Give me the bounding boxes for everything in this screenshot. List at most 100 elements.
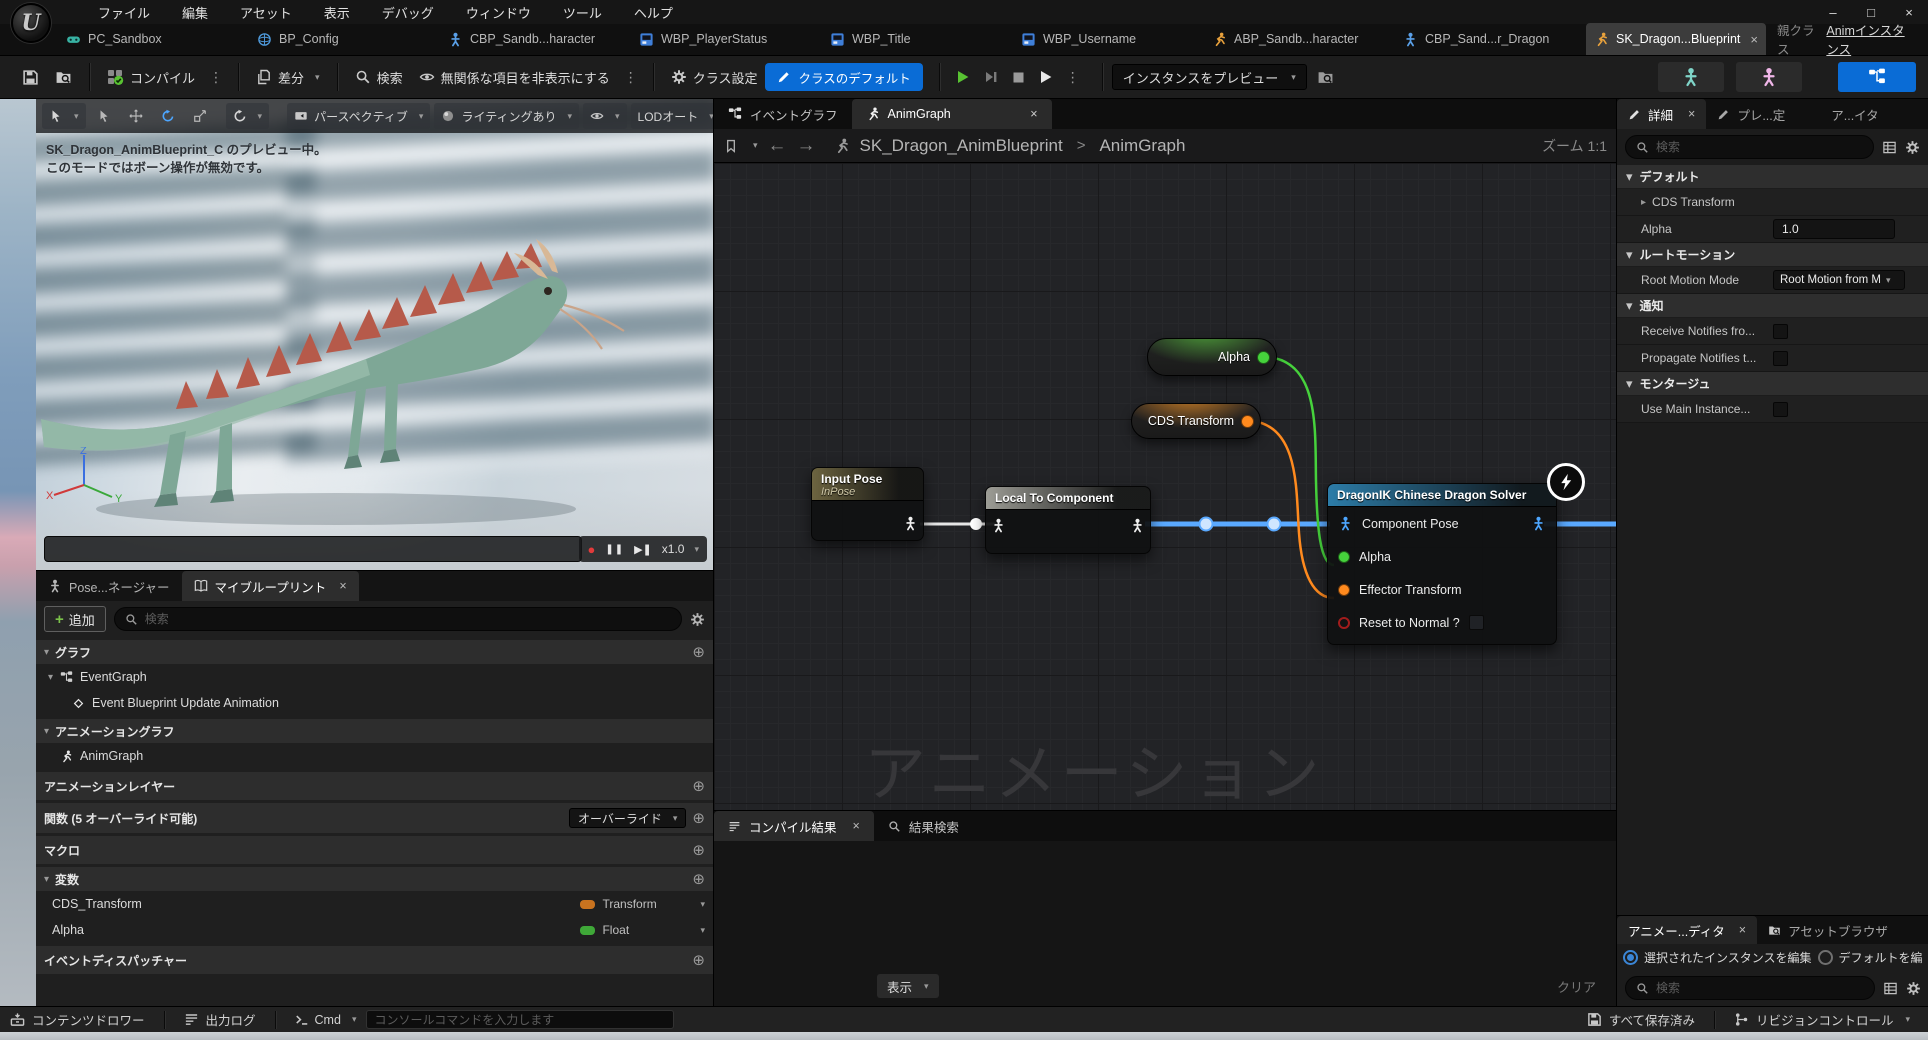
section-macros[interactable]: マクロ⊕	[36, 836, 713, 864]
section-notifications[interactable]: ▾通知	[1617, 294, 1928, 317]
details-search[interactable]	[1625, 135, 1874, 159]
move-tool-icon[interactable]	[122, 103, 150, 129]
play-icon[interactable]	[955, 69, 971, 85]
use-main-instance-checkbox[interactable]	[1773, 402, 1788, 417]
radio-edit-selected-instance[interactable]	[1623, 950, 1638, 965]
tab-cbp-sand-dragon[interactable]: CBP_Sand...r_Dragon	[1395, 23, 1575, 55]
tab-compile-results[interactable]: コンパイル結果×	[714, 811, 874, 841]
close-tab-icon[interactable]: ×	[853, 819, 860, 833]
add-layer-icon[interactable]: ⊕	[692, 777, 705, 795]
details-search-input[interactable]	[1656, 140, 1863, 154]
graph-canvas[interactable]: アニメーション Alpha CDS Transform Input Pose I…	[714, 163, 1616, 810]
unreal-logo-icon[interactable]: U	[11, 3, 51, 43]
close-tab-icon[interactable]: ×	[1750, 32, 1758, 47]
radio-edit-defaults[interactable]	[1818, 950, 1833, 965]
row-cds-transform[interactable]: ▸CDS Transform	[1617, 189, 1928, 216]
close-tab-icon[interactable]: ×	[339, 579, 346, 593]
tab-wbp-title[interactable]: WBP_Title	[822, 23, 1002, 55]
hide-unrelated-button[interactable]: 無関係な項目を非表示にする	[411, 62, 618, 92]
pose-input-pin[interactable]	[1338, 516, 1353, 531]
pose-input-pin[interactable]	[991, 518, 1006, 533]
menu-edit[interactable]: 編集	[168, 0, 222, 24]
bookmark-dropdown-icon[interactable]	[724, 139, 738, 153]
pin-row-effector-transform[interactable]: Effector Transform	[1328, 573, 1556, 606]
find-button[interactable]: 検索	[347, 62, 411, 92]
revision-control-button[interactable]: リビジョンコントロール▾	[1734, 1010, 1918, 1029]
playback-speed-dropdown[interactable]: x1.0▾	[662, 542, 699, 556]
skeleton-mode-button[interactable]	[1658, 62, 1724, 92]
menu-help[interactable]: ヘルプ	[620, 0, 687, 24]
close-tab-icon[interactable]: ×	[1739, 923, 1746, 937]
tab-pc-sandbox[interactable]: PC_Sandbox	[58, 23, 238, 55]
node-cds-transform-getter[interactable]: CDS Transform	[1131, 403, 1261, 439]
add-macro-icon[interactable]: ⊕	[692, 841, 705, 859]
blueprint-mode-button[interactable]	[1838, 62, 1916, 92]
receive-notifies-checkbox[interactable]	[1773, 324, 1788, 339]
node-local-to-component[interactable]: Local To Component	[985, 486, 1151, 554]
advance-frame-icon[interactable]	[1038, 69, 1054, 85]
menu-tools[interactable]: ツール	[549, 0, 616, 24]
menu-debug[interactable]: デバッグ	[368, 0, 448, 24]
bool-input-pin[interactable]	[1338, 617, 1350, 629]
gear-icon[interactable]	[690, 612, 705, 627]
snap-rotate-dropdown[interactable]: ▾	[226, 103, 270, 129]
propagate-notifies-checkbox[interactable]	[1773, 351, 1788, 366]
content-drawer-button[interactable]: コンテンツドロワー	[10, 1010, 145, 1029]
perspective-dropdown[interactable]: パースペクティブ▾	[287, 103, 430, 129]
nav-back-icon[interactable]: ←	[768, 135, 787, 157]
clear-log-button[interactable]: クリア	[1557, 977, 1596, 996]
browse-asset-icon[interactable]	[55, 69, 72, 86]
menu-view[interactable]: 表示	[310, 0, 364, 24]
rotate-tool-icon[interactable]	[154, 103, 182, 129]
pin-row-component-pose[interactable]: Component Pose	[1328, 507, 1556, 540]
item-eventgraph[interactable]: ▾EventGraph	[36, 664, 713, 690]
diff-button[interactable]: 差分▾	[248, 62, 328, 92]
root-motion-mode-dropdown[interactable]: Root Motion from M▾	[1773, 270, 1905, 290]
tab-eventgraph[interactable]: イベントグラフ	[714, 99, 852, 129]
add-function-icon[interactable]: ⊕	[692, 809, 705, 827]
display-options-icon[interactable]	[1883, 981, 1898, 996]
pose-output-pin[interactable]	[903, 516, 918, 531]
node-dragonik-solver[interactable]: DragonIK Chinese Dragon Solver Component…	[1327, 483, 1557, 645]
pin-row-reset-to-normal[interactable]: Reset to Normal ?	[1328, 606, 1556, 639]
tab-wbp-playerstatus[interactable]: WBP_PlayerStatus	[631, 23, 811, 55]
my-blueprint-search[interactable]	[114, 607, 682, 631]
transform-input-pin[interactable]	[1338, 584, 1350, 596]
menu-asset[interactable]: アセット	[226, 0, 306, 24]
row-use-main-instance[interactable]: Use Main Instance...	[1617, 396, 1928, 423]
tab-bp-config[interactable]: BP_Config	[249, 23, 429, 55]
row-propagate-notifies[interactable]: Propagate Notifies t...	[1617, 345, 1928, 372]
tab-wbp-username[interactable]: WBP_Username	[1013, 23, 1193, 55]
pause-icon[interactable]: ❚❚	[605, 544, 624, 555]
section-root-motion[interactable]: ▾ルートモーション	[1617, 243, 1928, 266]
select-tool-icon[interactable]	[90, 103, 118, 129]
section-graphs[interactable]: ▾グラフ⊕	[36, 640, 713, 664]
pin-row-alpha[interactable]: Alpha	[1328, 540, 1556, 573]
tab-preview-settings[interactable]: プレ...定	[1706, 99, 1796, 129]
gear-icon[interactable]	[1905, 140, 1920, 155]
variable-visibility-icon[interactable]: ▾	[700, 899, 705, 910]
compile-options-kebab-icon[interactable]: ⋮	[209, 69, 223, 86]
compile-filter-dropdown[interactable]: 表示▾	[877, 974, 939, 998]
play-options-kebab-icon[interactable]: ⋮	[1066, 69, 1080, 86]
section-animation-layers[interactable]: アニメーションレイヤー⊕	[36, 772, 713, 800]
tab-pose-manager[interactable]: Pose...ネージャー	[36, 571, 182, 601]
step-forward-icon[interactable]	[983, 69, 999, 85]
breadcrumb-leaf[interactable]: AnimGraph	[1099, 136, 1185, 156]
compile-button[interactable]: コンパイル	[99, 62, 203, 92]
gear-icon[interactable]	[1906, 981, 1921, 996]
lighting-dropdown[interactable]: ライティングあり▾	[434, 103, 579, 129]
pose-output-pin[interactable]	[1531, 516, 1546, 531]
pose-output-pin[interactable]	[1130, 518, 1145, 533]
class-settings-button[interactable]: クラス設定	[663, 62, 766, 92]
override-dropdown[interactable]: オーバーライド▾	[569, 808, 686, 828]
section-animation-graphs[interactable]: ▾アニメーショングラフ	[36, 719, 713, 743]
float-input-pin[interactable]	[1338, 551, 1350, 563]
tab-find-results[interactable]: 結果検索	[874, 811, 973, 841]
alpha-value-input[interactable]: 1.0	[1773, 219, 1895, 239]
nav-forward-icon[interactable]: →	[797, 135, 816, 157]
anim-preview-search[interactable]	[1625, 976, 1875, 1000]
save-status-button[interactable]: すべて保存済み	[1587, 1010, 1695, 1029]
add-dispatcher-icon[interactable]: ⊕	[692, 951, 705, 969]
tab-details[interactable]: 詳細×	[1617, 99, 1706, 129]
